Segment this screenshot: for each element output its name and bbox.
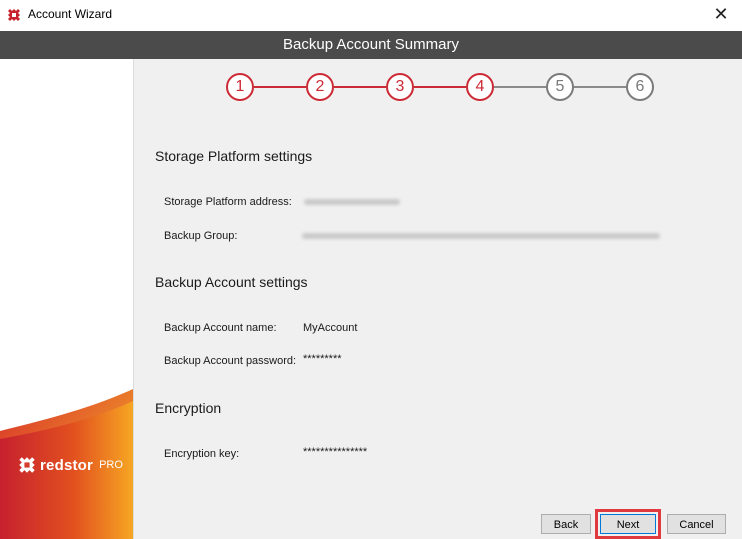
window-title: Account Wizard <box>28 7 113 21</box>
step-connector <box>494 86 546 88</box>
backup-group-label: Backup Group: <box>164 230 238 242</box>
storage-section-heading: Storage Platform settings <box>155 148 313 164</box>
encryption-key-label: Encryption key: <box>164 448 240 460</box>
storage-address-value-redacted <box>304 199 400 205</box>
next-button-highlight <box>595 509 661 539</box>
step-5: 5 <box>546 73 574 101</box>
redstor-logo-icon <box>19 457 35 473</box>
step-connector <box>414 86 466 88</box>
storage-address-label: Storage Platform address: <box>164 196 292 208</box>
step-1: 1 <box>226 73 254 101</box>
step-3: 3 <box>386 73 414 101</box>
brand-suffix: PRO <box>99 459 123 471</box>
wizard-step-indicator: 1 2 3 4 5 6 <box>134 59 742 119</box>
main-content: 1 2 3 4 5 6 Storage Platform settings St… <box>134 59 742 539</box>
back-button[interactable]: Back <box>541 514 591 534</box>
brand-name: redstor <box>40 456 94 474</box>
step-6: 6 <box>626 73 654 101</box>
title-bar: Account Wizard ✕ <box>0 0 742 31</box>
account-password-value: ********* <box>303 353 342 365</box>
account-section-heading: Backup Account settings <box>155 274 308 290</box>
step-connector <box>574 86 626 88</box>
close-icon[interactable]: ✕ <box>710 3 732 25</box>
cancel-button[interactable]: Cancel <box>667 514 726 534</box>
step-4: 4 <box>466 73 494 101</box>
encryption-key-value: *************** <box>303 446 368 458</box>
account-password-label: Backup Account password: <box>164 355 297 367</box>
account-name-label: Backup Account name: <box>164 322 277 334</box>
step-connector <box>334 86 386 88</box>
account-name-value: MyAccount <box>303 322 358 334</box>
encryption-section-heading: Encryption <box>155 400 222 416</box>
redstor-logo: redstor PRO <box>18 456 123 474</box>
redstor-app-icon <box>8 9 20 21</box>
step-2: 2 <box>306 73 334 101</box>
backup-group-value-redacted <box>302 233 660 239</box>
page-title-banner: Backup Account Summary <box>0 31 742 59</box>
step-connector <box>254 86 306 88</box>
sidebar: redstor PRO <box>0 59 134 539</box>
